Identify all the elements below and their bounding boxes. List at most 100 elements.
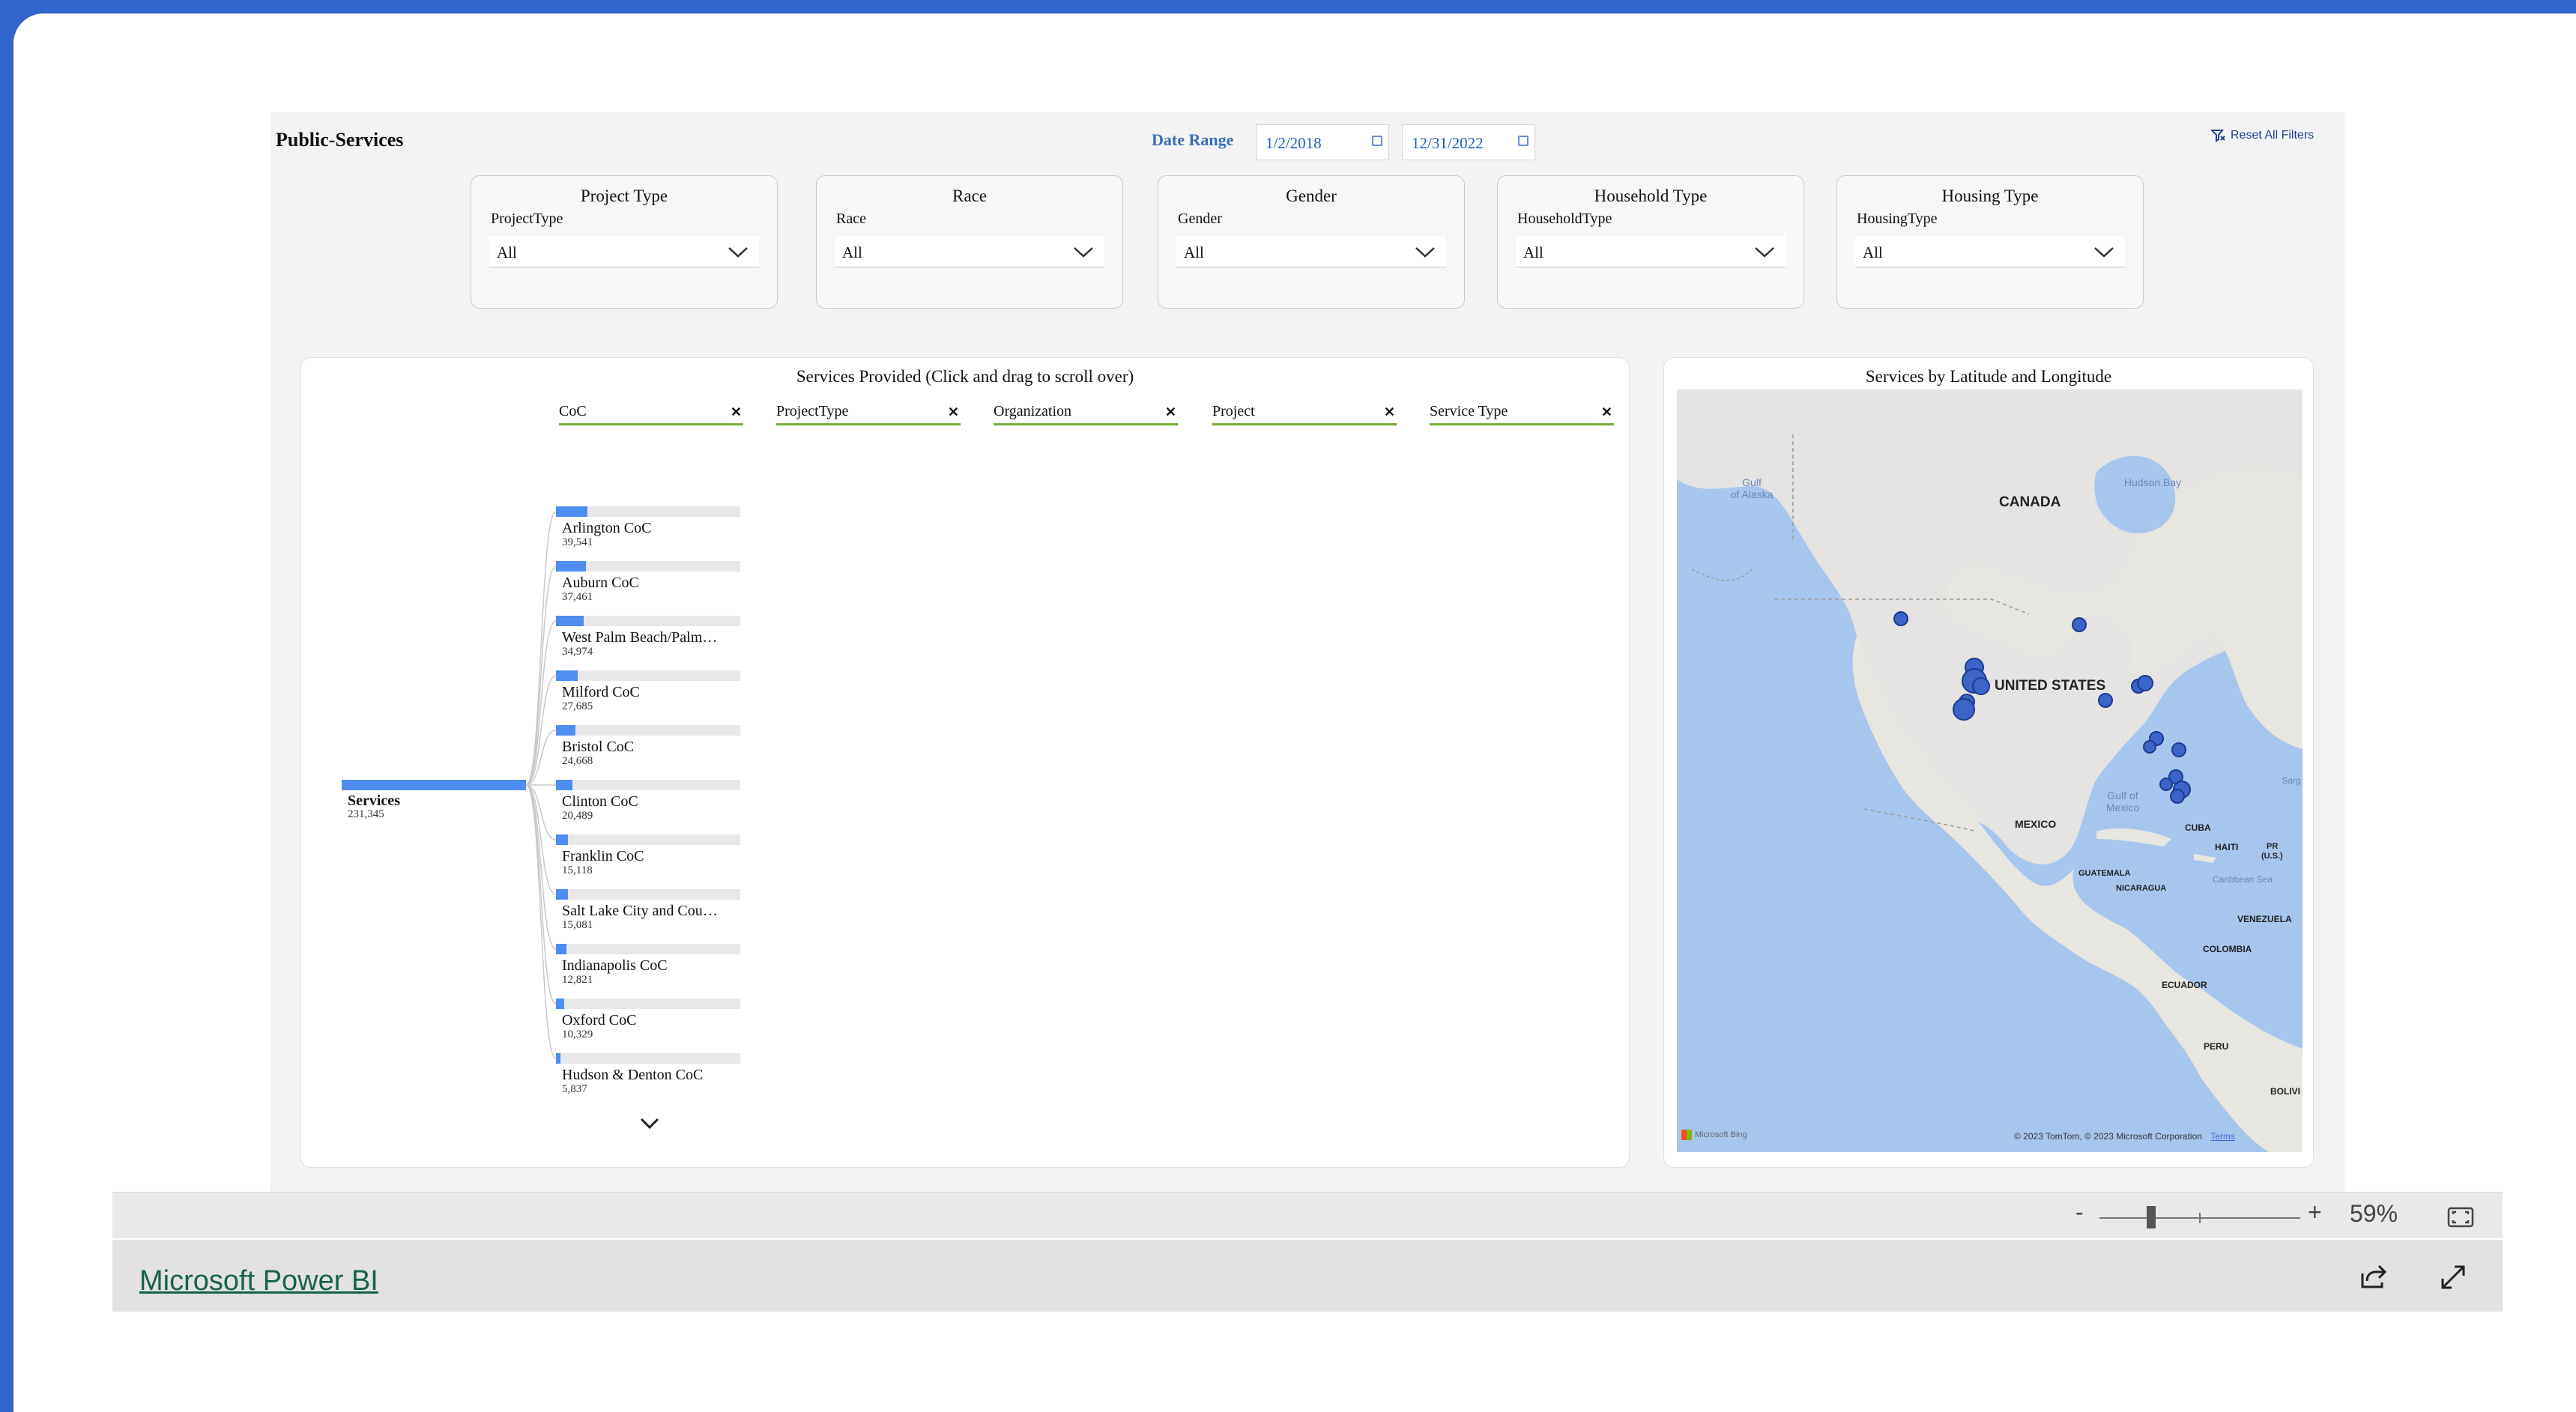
node-bar-track [556, 670, 740, 681]
chevron-down-icon [1755, 247, 1774, 258]
map-label-gulf-mexico: Gulf of Mexico [2105, 790, 2140, 813]
node-label: Milford CoC [562, 684, 640, 700]
map-label-guatemala: GUATEMALA [2078, 869, 2131, 878]
map-terms-link[interactable]: Terms [2210, 1131, 2235, 1142]
tree-node[interactable]: Franklin CoC 15,118 [556, 834, 740, 879]
tree-node[interactable]: Arlington CoC 39,541 [556, 506, 740, 551]
map-label-canada: CANADA [1999, 494, 2061, 510]
node-value: 15,118 [562, 864, 593, 876]
zoom-in-button[interactable]: + [2308, 1199, 2322, 1226]
date-end-input[interactable]: 12/31/2022 [1402, 124, 1535, 160]
tree-node[interactable]: Bristol CoC 24,668 [556, 725, 740, 770]
chevron-down-icon [728, 247, 748, 258]
zoom-percentage: 59% [2350, 1200, 2398, 1227]
map-point[interactable] [2159, 778, 2173, 791]
map-label-peru: PERU [2204, 1041, 2229, 1052]
node-label: Hudson & Denton CoC [562, 1067, 704, 1083]
map-point[interactable] [1972, 677, 1990, 695]
map-point[interactable] [2072, 617, 2087, 632]
node-value: 12,821 [562, 974, 593, 986]
slicer-field-label: ProjectType [491, 210, 563, 227]
node-bar-fill [556, 944, 566, 954]
tree-node[interactable]: Indianapolis CoC 12,821 [556, 944, 740, 989]
map-label-pr: PR [2267, 842, 2279, 851]
node-label: Auburn CoC [562, 575, 639, 591]
fullscreen-icon[interactable] [2440, 1264, 2467, 1291]
housing-type-dropdown[interactable]: All [1855, 236, 2125, 267]
filter-clear-icon [2211, 130, 2225, 142]
slicer-project-type: Project Type ProjectType All [471, 175, 778, 309]
reset-filters-button[interactable]: Reset All Filters [2211, 129, 2314, 142]
report-canvas: Public-Services Date Range 1/2/2018 12/3… [270, 112, 2344, 1193]
tree-node[interactable]: West Palm Beach/Palm… 34,974 [556, 616, 740, 661]
tree-node[interactable]: Auburn CoC 37,461 [556, 561, 740, 606]
node-label: Bristol CoC [562, 739, 635, 755]
node-label: Indianapolis CoC [562, 957, 668, 974]
slicer-field-label: Race [836, 210, 866, 227]
tree-connectors [525, 511, 557, 1059]
node-bar-fill [556, 834, 568, 845]
share-icon[interactable] [2359, 1263, 2388, 1290]
powerbi-link[interactable]: Microsoft Power BI [139, 1265, 378, 1297]
project-type-dropdown[interactable]: All [489, 236, 759, 267]
node-bar-fill [556, 725, 575, 736]
slicer-household-type: Household Type HouseholdType All [1497, 175, 1804, 309]
map-attribution: © 2023 TomTom, © 2023 Microsoft Corporat… [2014, 1131, 2235, 1142]
decomposition-tree-visual[interactable]: Services Provided (Click and drag to scr… [300, 357, 1630, 1168]
connector-line [525, 511, 557, 786]
map-title: Services by Latitude and Longitude [1865, 367, 2112, 386]
slicer-header: Household Type [1594, 187, 1708, 205]
map-point[interactable] [1953, 698, 1975, 721]
tree-node[interactable]: Milford CoC 27,685 [556, 670, 740, 715]
slicer-field-label: Gender [1178, 210, 1222, 227]
node-bar-track [556, 780, 740, 790]
node-bar-track [556, 889, 740, 900]
microsoft-logo-icon [1681, 1130, 1692, 1140]
reset-filters-label: Reset All Filters [2231, 129, 2315, 142]
map-label-venezuela: VENEZUELA [2237, 914, 2292, 924]
node-value: 37,461 [562, 591, 593, 603]
slicer-field-label: HousingType [1857, 210, 1938, 227]
race-dropdown[interactable]: All [835, 236, 1104, 267]
node-value: 10,329 [562, 1028, 593, 1040]
map-visual[interactable]: Services by Latitude and Longitude CANAD… [1663, 357, 2314, 1168]
zoom-slider-thumb[interactable] [2147, 1206, 2156, 1228]
map-point[interactable] [2170, 789, 2185, 804]
map-point[interactable] [1893, 611, 1908, 626]
tree-node[interactable]: Oxford CoC 10,329 [556, 999, 740, 1043]
map-canvas[interactable]: CANADA UNITED STATES MEXICO CUBA HAITI P… [1677, 390, 2303, 1152]
connector-line [525, 566, 557, 786]
calendar-icon[interactable] [1518, 136, 1529, 146]
household-type-dropdown[interactable]: All [1516, 236, 1786, 267]
chevron-down-icon [1074, 247, 1093, 258]
connector-line [525, 784, 557, 1059]
zoom-out-button[interactable]: - [2075, 1199, 2084, 1226]
map-point[interactable] [2171, 742, 2186, 757]
slicer-housing-type: Housing Type HousingType All [1836, 175, 2144, 309]
map-point[interactable] [2137, 675, 2153, 691]
node-label: Oxford CoC [562, 1012, 637, 1028]
node-value: 15,081 [562, 919, 593, 931]
tree-node[interactable]: Hudson & Denton CoC 5,837 [556, 1053, 740, 1098]
scroll-down-chevron-icon[interactable] [638, 1116, 661, 1131]
node-value: 5,837 [562, 1083, 587, 1095]
dropdown-value: All [1863, 243, 1883, 261]
map-point[interactable] [2143, 740, 2156, 754]
gender-dropdown[interactable]: All [1176, 236, 1446, 267]
zoom-slider-center-tick [2199, 1213, 2201, 1223]
node-bar-fill [556, 561, 586, 572]
tree-node[interactable]: Salt Lake City and Cou… 15,081 [556, 889, 740, 934]
node-bar-fill [556, 616, 584, 626]
tree-node[interactable]: Clinton CoC 20,489 [556, 780, 740, 825]
node-label: Salt Lake City and Cou… [562, 903, 718, 919]
slicer-header: Race [952, 187, 987, 205]
calendar-icon[interactable] [1372, 136, 1382, 146]
date-start-input[interactable]: 1/2/2018 [1256, 124, 1389, 160]
slicer-gender: Gender Gender All [1158, 175, 1465, 309]
map-point[interactable] [2098, 693, 2113, 708]
root-node-bar[interactable] [342, 780, 526, 790]
map-label-nicaragua: NICARAGUA [2116, 884, 2167, 893]
date-range-label: Date Range [1152, 130, 1234, 149]
connector-line [525, 784, 557, 895]
fit-to-page-icon[interactable] [2447, 1207, 2474, 1228]
